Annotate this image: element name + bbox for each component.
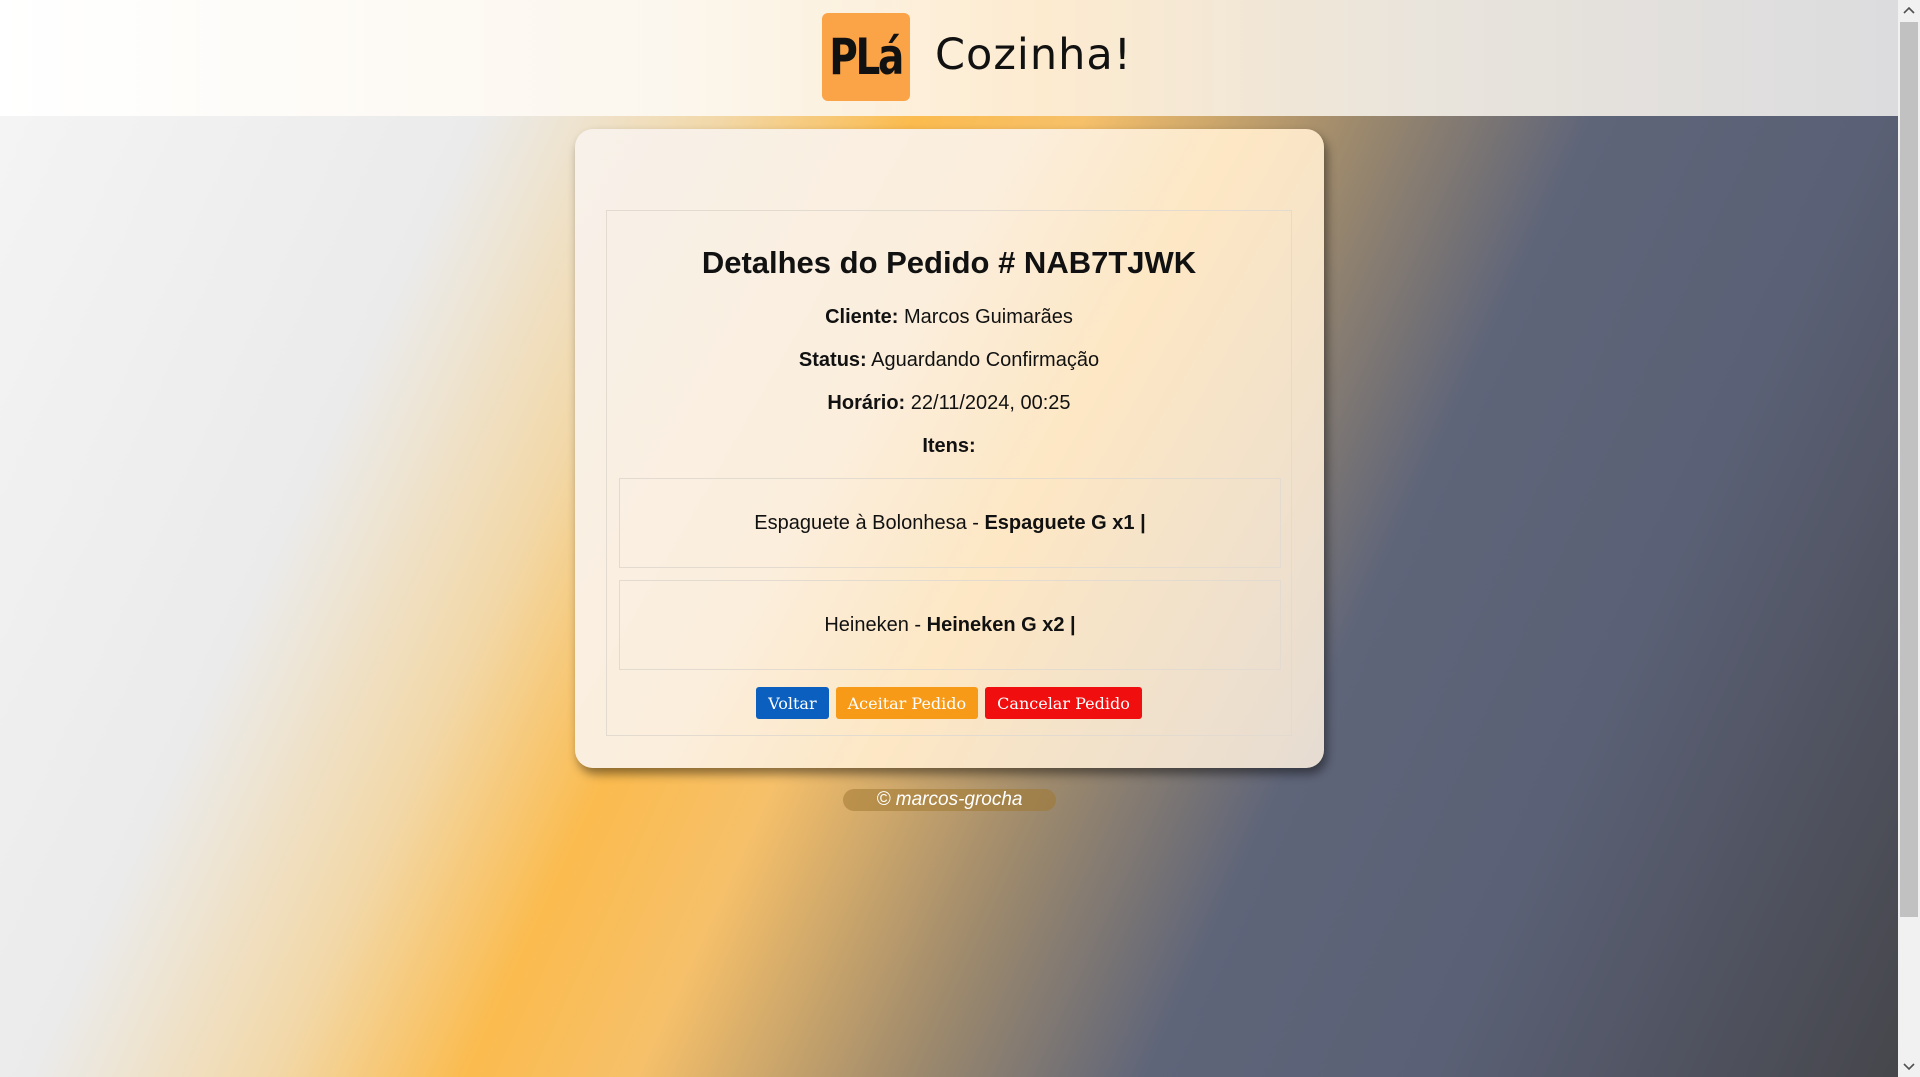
status-row: Status: Aguardando Confirmação <box>607 349 1291 372</box>
item-name: Heineken - <box>824 613 927 636</box>
time-row: Horário: 22/11/2024, 00:25 <box>607 392 1291 415</box>
item-name: Espaguete à Bolonhesa - <box>754 511 985 534</box>
accept-order-button[interactable]: Aceitar Pedido <box>835 687 979 719</box>
vertical-scrollbar[interactable] <box>1898 0 1920 1077</box>
order-card: Detalhes do Pedido # NAB7TJWK Cliente: M… <box>575 129 1324 768</box>
footer-credit: © marcos-grocha <box>843 789 1056 811</box>
items-label: Itens: <box>922 435 976 457</box>
action-buttons: Voltar Aceitar Pedido Cancelar Pedido <box>607 687 1291 719</box>
cancel-order-button[interactable]: Cancelar Pedido <box>985 687 1142 719</box>
item-detail: Espaguete G x1 | <box>984 511 1146 534</box>
brand-title: Cozinha! <box>935 30 1132 80</box>
chevron-down-icon[interactable] <box>1898 1057 1920 1077</box>
scrollbar-thumb[interactable] <box>1900 22 1918 917</box>
order-title: Detalhes do Pedido # NAB7TJWK <box>701 245 1197 280</box>
client-label: Cliente: <box>825 306 899 328</box>
client-value: Marcos Guimarães <box>903 306 1073 328</box>
time-label: Horário: <box>827 392 906 414</box>
chevron-up-icon[interactable] <box>1898 0 1920 20</box>
order-details-panel: Detalhes do Pedido # NAB7TJWK Cliente: M… <box>606 210 1292 736</box>
logo[interactable]: PLá <box>822 13 910 101</box>
client-row: Cliente: Marcos Guimarães <box>607 306 1291 329</box>
status-value: Aguardando Confirmação <box>871 349 1100 371</box>
status-label: Status: <box>798 349 867 371</box>
items-heading: Itens: <box>607 435 1291 458</box>
time-value: 22/11/2024, 00:25 <box>910 392 1071 414</box>
logo-text: PLá <box>829 28 905 86</box>
back-button[interactable]: Voltar <box>756 687 829 719</box>
site-header: PLá Cozinha! <box>0 0 1898 116</box>
list-item: Espaguete à Bolonhesa - Espaguete G x1 | <box>619 478 1281 568</box>
item-detail: Heineken G x2 | <box>926 613 1076 636</box>
list-item: Heineken - Heineken G x2 | <box>619 580 1281 670</box>
